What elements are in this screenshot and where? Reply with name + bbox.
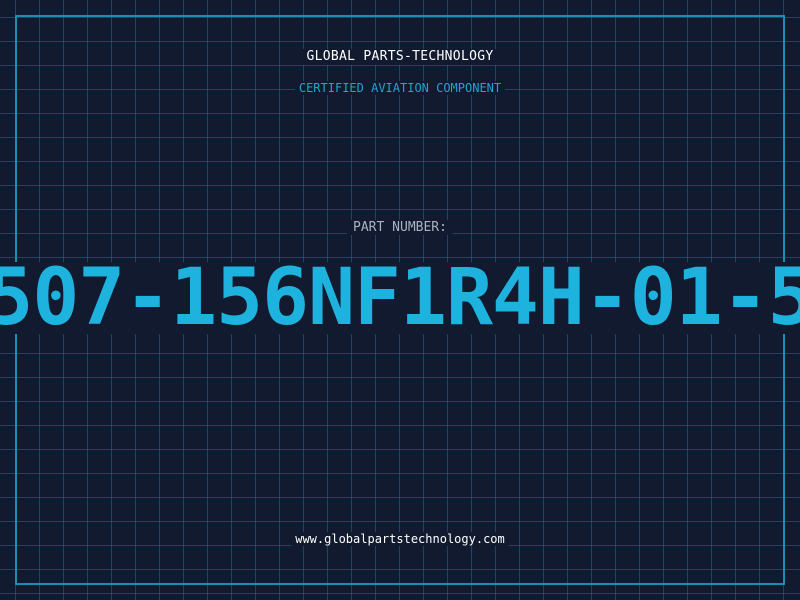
part-number-band: 507-156NF1R4H-01-5 (0, 262, 800, 334)
certification-subtitle-text: CERTIFIED AVIATION COMPONENT (294, 81, 506, 95)
part-number-label-text: PART NUMBER: (347, 220, 453, 235)
certificate-card: GLOBAL PARTS-TECHNOLOGY CERTIFIED AVIATI… (0, 0, 800, 600)
website-url: www.globalpartstechnology.com (0, 531, 800, 547)
part-number-value: 507-156NF1R4H-01-5 (0, 262, 800, 334)
website-url-text: www.globalpartstechnology.com (291, 532, 509, 546)
company-name-text: GLOBAL PARTS-TECHNOLOGY (300, 49, 500, 65)
part-number-label: PART NUMBER: (0, 220, 800, 236)
certification-subtitle: CERTIFIED AVIATION COMPONENT (0, 80, 800, 96)
company-name: GLOBAL PARTS-TECHNOLOGY (0, 49, 800, 65)
